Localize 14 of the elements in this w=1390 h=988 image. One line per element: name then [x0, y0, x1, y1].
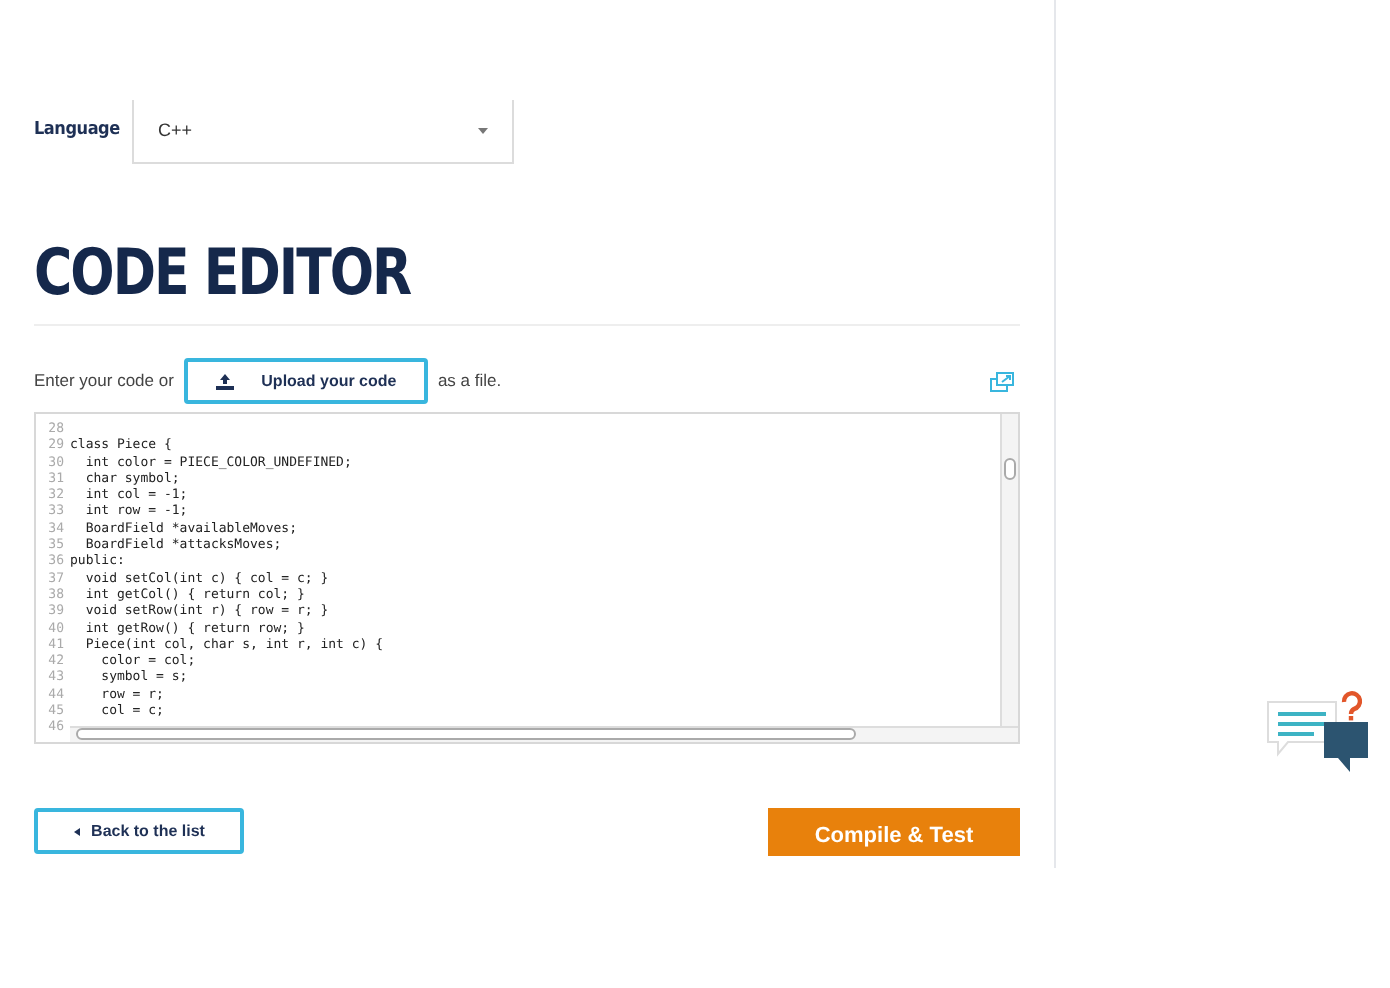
upload-button[interactable]: Upload your code	[183, 358, 428, 404]
chevron-left-icon	[73, 827, 80, 835]
vertical-scrollbar[interactable]	[1000, 414, 1018, 726]
back-button[interactable]: Back to the list	[34, 808, 244, 854]
horizontal-scrollbar[interactable]	[70, 726, 1018, 742]
upload-icon	[215, 373, 234, 389]
upload-suffix: as a file.	[437, 368, 502, 394]
caret-icon	[478, 128, 488, 134]
expand-icon[interactable]	[990, 371, 1014, 391]
page-title: CODE EDITOR	[34, 236, 413, 308]
language-select[interactable]: C++	[132, 100, 514, 164]
code-editor[interactable]	[34, 412, 1020, 744]
language-label: Language	[34, 118, 122, 145]
upload-prompt: Enter your code or	[34, 368, 174, 394]
